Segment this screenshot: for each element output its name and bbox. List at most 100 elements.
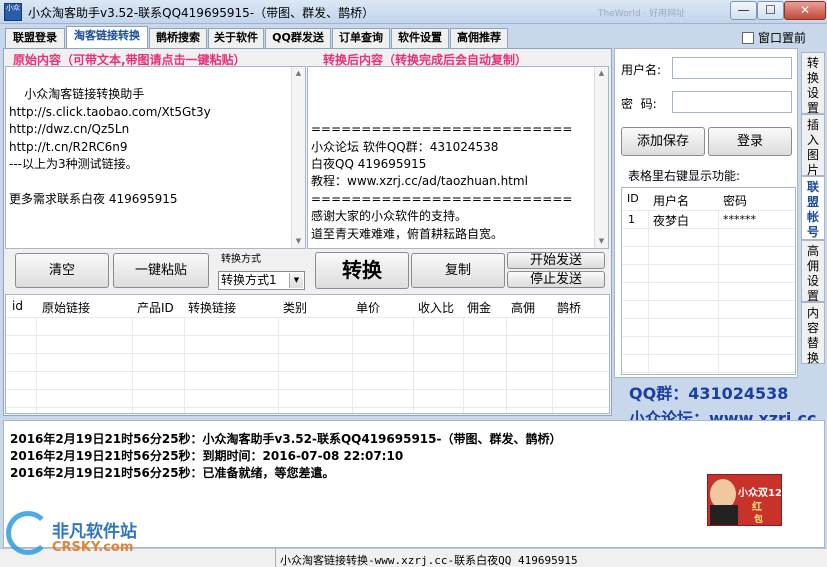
column-header: id [12,299,23,313]
grid-line [622,372,795,373]
grid-line [6,317,609,318]
watermark-logo: 非凡软件站 CRSKY.com [0,505,160,567]
grid-line [648,210,649,374]
username-input[interactable] [672,57,792,79]
convert-button[interactable]: 转换 [315,252,409,289]
tab-alliance-login[interactable]: 联盟登录 [5,28,65,48]
tab-link-convert[interactable]: 淘客链接转换 [66,26,148,49]
column-header: 转换链接 [188,301,237,315]
minimize-button[interactable]: — [730,1,757,20]
chevron-down-icon[interactable]: ▼ [289,273,303,288]
close-button[interactable]: ✕ [784,1,826,20]
qq-group-promo: QQ群：431024538 [629,384,789,403]
tab-settings[interactable]: 软件设置 [391,28,449,48]
vtab-label: 内容替换 [806,306,819,365]
column-header: 类别 [283,301,308,315]
tab-queqiao-search[interactable]: 鹊桥搜索 [149,28,207,48]
tab-about[interactable]: 关于软件 [208,28,264,48]
watermark-en: CRSKY.com [52,540,134,555]
grid-line [622,228,795,229]
login-button[interactable]: 登录 [708,127,792,156]
grid-line [622,336,795,337]
paste-button[interactable]: 一键粘贴 [113,253,209,288]
tab-qq-group-send[interactable]: QQ群发送 [265,28,331,48]
column-header: 高佣 [511,301,536,315]
ad-text-2: 红 [752,502,762,513]
mode-value: 转换方式1 [221,273,277,287]
result-table[interactable]: id 原始链接 产品ID 转换链接 类别 单价 收入比 佣金 高佣 鹊桥 [5,294,610,414]
grid-line [6,407,609,408]
table-caption: 表格里右键显示功能: [628,169,741,183]
column-header: 鹊桥 [557,301,582,315]
vtab-label: 插入图片 [806,118,819,177]
grid-line [506,317,507,413]
status-divider [275,549,276,567]
converted-scrollbar[interactable]: ▲ ▼ [594,67,608,248]
original-scrollbar[interactable]: ▲ ▼ [291,67,305,248]
column-header: 用户名 [653,194,690,208]
vtab-convert-settings[interactable]: 转换设置 [801,52,825,115]
grid-line [622,264,795,265]
add-save-button[interactable]: 添加保存 [621,127,705,156]
scroll-up-icon[interactable]: ▲ [294,69,303,78]
grid-line [132,317,133,413]
original-text: 小众淘客链接转换助手 http://s.click.taobao.com/Xt5… [9,87,211,206]
grid-line [36,317,37,413]
tab-high-commission[interactable]: 高佣推荐 [450,28,508,48]
vtab-alliance-account[interactable]: 联盟帐号 [801,176,825,240]
scroll-down-icon[interactable]: ▼ [597,237,606,246]
row-password: ****** [723,213,756,226]
watermark-swirl-icon [6,511,50,555]
maximize-button[interactable]: ☐ [757,1,784,20]
column-header: 单价 [356,301,381,315]
grid-line [622,282,795,283]
watermark-cn: 非凡软件站 [52,522,137,542]
ad-banner[interactable]: 小众双12 红 包 [707,474,782,526]
topmost-checkbox[interactable]: 窗口置前 [742,29,806,46]
log-line: 2016年2月19日21时56分25秒：小众淘客助手v3.52-联系QQ4196… [10,432,562,446]
grid-line [552,317,553,413]
convert-panel: 原始内容（可带文本,带图请点击一键粘贴） 转换后内容（转换完成后会自动复制） 小… [3,48,612,416]
vtab-insert-image[interactable]: 插入图片 [801,114,825,177]
password-label: 密 码: [621,97,657,111]
row-id: 1 [628,213,635,226]
start-send-button[interactable]: 开始发送 [507,252,605,269]
ad-text: 小众双12 [738,488,782,499]
scroll-up-icon[interactable]: ▲ [597,69,606,78]
grid-line [6,335,609,336]
column-header: 原始链接 [42,301,91,315]
scroll-down-icon[interactable]: ▼ [294,237,303,246]
mode-select[interactable]: 转换方式1 ▼ [218,271,305,290]
vtab-label: 转换设置 [806,56,819,115]
original-content-textarea[interactable]: 小众淘客链接转换助手 http://s.click.taobao.com/Xt5… [5,66,306,249]
grid-line [622,354,795,355]
account-table[interactable]: ID 用户名 密码 1 夜梦白 ****** [621,187,796,375]
copy-button[interactable]: 复制 [411,253,505,288]
column-header: 佣金 [467,301,492,315]
username-label: 用户名: [621,63,662,77]
grid-line [622,300,795,301]
vtab-high-commission-settings[interactable]: 高佣设置 [801,240,825,303]
converted-text: ========================== 小众论坛 软件QQ群：43… [311,122,573,241]
grid-line [622,246,795,247]
column-header: 产品ID [137,301,174,315]
column-header: 密码 [723,194,748,208]
grid-line [6,389,609,390]
tab-order-query[interactable]: 订单查询 [332,28,390,48]
column-header: ID [627,192,639,205]
clear-button[interactable]: 清空 [15,253,109,288]
status-text: 小众淘客链接转换-www.xzrj.cc-联系白夜QQ 419695915 [280,554,578,567]
stop-send-button[interactable]: 停止发送 [507,271,605,288]
password-input[interactable] [672,91,792,113]
account-table-header: ID 用户名 密码 [622,188,795,210]
grid-line [622,210,795,211]
grid-line [6,353,609,354]
window-title: 小众淘客助手v3.52-联系QQ419695915-（带图、群发、鹊桥） [28,6,375,20]
checkbox-box[interactable] [742,32,754,44]
vtab-label: 联盟帐号 [806,180,819,239]
ad-text-3: 包 [754,515,764,525]
background-window-text: TheWorld · 好用网址 [598,9,686,18]
converted-content-textarea[interactable]: ========================== 小众论坛 软件QQ群：43… [307,66,609,249]
grid-line [463,317,464,413]
vtab-content-replace[interactable]: 内容替换 [801,302,825,365]
